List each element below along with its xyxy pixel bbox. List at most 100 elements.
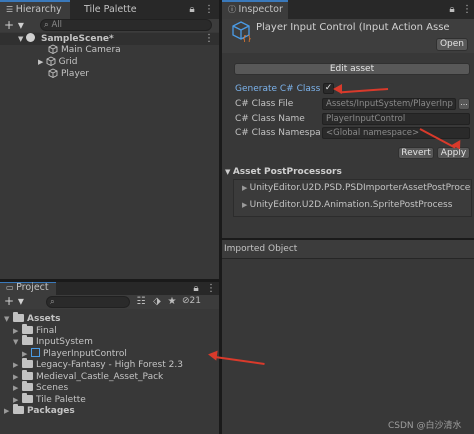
- hierarchy-item-grid[interactable]: ▶ Grid: [38, 56, 78, 68]
- folder-icon: [13, 404, 24, 414]
- project-tree-label: Scenes: [36, 383, 69, 393]
- postprocessors-label: Asset PostProcessors: [232, 167, 342, 177]
- collapse-arrow-icon[interactable]: ▶: [13, 371, 22, 383]
- asset-title: Player Input Control (Input Action Asse: [256, 22, 450, 33]
- hierarchy-item-player[interactable]: Player: [48, 68, 89, 80]
- revert-button[interactable]: Revert: [398, 147, 434, 159]
- folder-icon: [22, 369, 33, 380]
- project-tree-label: Tile Palette: [36, 394, 86, 405]
- search-icon: ⌕: [50, 297, 55, 307]
- search-by-label-icon[interactable]: ⬗: [151, 296, 163, 308]
- project-tree-item[interactable]: ▼ Assets: [4, 312, 61, 325]
- gameobject-cube-icon: [48, 44, 58, 54]
- project-tree-label: Legacy-Fantasy - High Forest 2.3: [36, 360, 183, 370]
- hidden-count: 21: [189, 296, 201, 306]
- info-icon: ⓘ: [228, 5, 239, 14]
- class-name-field[interactable]: PlayerInputControl: [322, 113, 470, 125]
- expand-arrow-icon[interactable]: ▼: [13, 336, 22, 348]
- postprocessor-item[interactable]: ▶ UnityEditor.U2D.Animation.SpritePostPr…: [242, 200, 452, 210]
- hierarchy-item-label: Player: [61, 69, 90, 79]
- scene-more-icon[interactable]: ⋮: [204, 33, 214, 45]
- project-tree-label: Final: [36, 325, 57, 336]
- expand-arrow-icon: ▼: [18, 35, 26, 43]
- more-menu-icon[interactable]: ⋮: [203, 4, 215, 16]
- hierarchy-item-label: Main Camera: [61, 45, 121, 55]
- class-namespace-field[interactable]: <Global namespace>: [322, 127, 470, 139]
- eye-hidden-icon: ⊘: [182, 296, 190, 306]
- lock-icon[interactable]: 🔒︎: [186, 4, 198, 16]
- search-by-type-icon[interactable]: ☷: [135, 296, 147, 308]
- collapse-arrow-icon: ▶: [242, 201, 250, 209]
- project-tree-item[interactable]: ▼ InputSystem: [13, 335, 93, 348]
- collapse-arrow-icon[interactable]: ▶: [4, 405, 13, 417]
- project-panel: ▭ Project 🔒︎ ⋮ + ▾ ⌕ ☷ ⬗ ★ ⊘21 ▼ Assets ▶ F…: [0, 282, 219, 434]
- postprocessor-label: UnityEditor.U2D.PSD.PSDImporterAssetPost…: [249, 183, 472, 193]
- collapse-arrow-icon[interactable]: ▶: [13, 325, 22, 337]
- watermark: CSDN @白沙清水: [388, 421, 462, 431]
- project-tree-item[interactable]: ▶ Scenes: [13, 381, 69, 394]
- project-tree-item[interactable]: ▶ Packages: [4, 404, 75, 417]
- hierarchy-search-placeholder: All: [51, 20, 63, 30]
- collapse-arrow-icon: ▶: [38, 58, 46, 66]
- annotation-arrowhead: [207, 349, 218, 361]
- project-tab-label: Project: [16, 282, 49, 293]
- project-tree-item[interactable]: ▶ Legacy-Fantasy - High Forest 2.3: [13, 358, 183, 371]
- project-tree-item[interactable]: ▶ Tile Palette: [13, 392, 86, 406]
- tab-tile-palette[interactable]: Tile Palette: [78, 0, 158, 19]
- postprocessor-item[interactable]: ▶ UnityEditor.U2D.PSD.PSDImporterAssetPo…: [242, 183, 472, 193]
- browse-button[interactable]: ...: [458, 98, 470, 110]
- collapse-arrow-icon: ▶: [242, 184, 250, 192]
- class-file-label: C# Class File: [235, 99, 294, 109]
- project-tree-label: InputSystem: [36, 337, 93, 347]
- svg-text:{}: {}: [242, 34, 252, 42]
- tab-hierarchy[interactable]: ☰ Hierarchy: [0, 0, 70, 19]
- hierarchy-search-input[interactable]: ⌕ All: [40, 19, 212, 31]
- project-tree-item[interactable]: ▶ PlayerInputControl: [0, 347, 219, 360]
- favorite-star-icon[interactable]: ★: [166, 296, 178, 308]
- project-tree-label: Packages: [27, 406, 75, 416]
- class-file-field[interactable]: Assets/InputSystem/PlayerInp: [322, 98, 456, 110]
- folder-icon: [22, 358, 33, 368]
- project-add-button[interactable]: + ▾: [4, 294, 24, 308]
- inspector-tab-label: Inspector: [238, 4, 283, 15]
- hidden-packages-toggle[interactable]: ⊘21: [182, 296, 216, 308]
- project-tree-label: PlayerInputControl: [43, 348, 127, 359]
- folder-icon: [22, 323, 33, 334]
- class-namespace-label: C# Class Namespac: [235, 128, 321, 138]
- input-action-asset-icon: {}: [230, 20, 252, 43]
- open-button[interactable]: Open: [436, 38, 468, 51]
- lock-icon[interactable]: 🔒︎: [190, 283, 202, 295]
- more-menu-icon[interactable]: ⋮: [461, 4, 473, 16]
- hierarchy-tab-icon: ☰: [6, 5, 16, 14]
- hierarchy-add-button[interactable]: + ▾: [4, 18, 24, 32]
- project-tree-item[interactable]: ▶ Medieval_Castle_Asset_Pack: [13, 369, 164, 383]
- tab-inspector[interactable]: ⓘ Inspector: [222, 0, 288, 19]
- collapse-arrow-icon[interactable]: ▶: [13, 382, 22, 394]
- hierarchy-tab-label: Hierarchy: [15, 4, 62, 15]
- folder-icon: [13, 312, 24, 322]
- more-menu-icon[interactable]: ⋮: [205, 283, 217, 295]
- hierarchy-item-main-camera[interactable]: Main Camera: [48, 44, 121, 56]
- folder-icon: ▭: [6, 283, 17, 292]
- inspector-panel: ⓘ Inspector 🔒︎ ⋮ {} Player Input Control…: [222, 0, 474, 434]
- project-tree-item[interactable]: ▶ Final: [13, 323, 57, 337]
- class-name-label: C# Class Name: [235, 114, 305, 124]
- tile-palette-tab-label: Tile Palette: [84, 4, 137, 15]
- folder-icon: [22, 392, 33, 403]
- folder-icon: [22, 335, 33, 345]
- postprocessors-foldout[interactable]: ▼ Asset PostProcessors: [225, 167, 342, 177]
- project-tree-label: Assets: [27, 314, 61, 324]
- gameobject-cube-icon: [46, 56, 56, 66]
- collapse-arrow-icon[interactable]: ▶: [13, 359, 22, 371]
- lock-icon[interactable]: 🔒︎: [446, 4, 458, 16]
- postprocessor-label: UnityEditor.U2D.Animation.SpritePostProc…: [249, 200, 453, 210]
- generate-class-label: Generate C# Class: [235, 84, 321, 94]
- imported-object-label: Imported Object: [224, 244, 298, 254]
- project-tree-label: Medieval_Castle_Asset_Pack: [36, 371, 164, 382]
- hierarchy-item-label: Grid: [58, 57, 78, 67]
- scene-name: SampleScene*: [40, 34, 114, 44]
- edit-asset-button[interactable]: Edit asset: [234, 63, 470, 75]
- project-search-input[interactable]: ⌕: [46, 296, 130, 308]
- postprocessors-box: ▶ UnityEditor.U2D.PSD.PSDImporterAssetPo…: [233, 179, 472, 217]
- expand-arrow-icon[interactable]: ▼: [4, 313, 13, 325]
